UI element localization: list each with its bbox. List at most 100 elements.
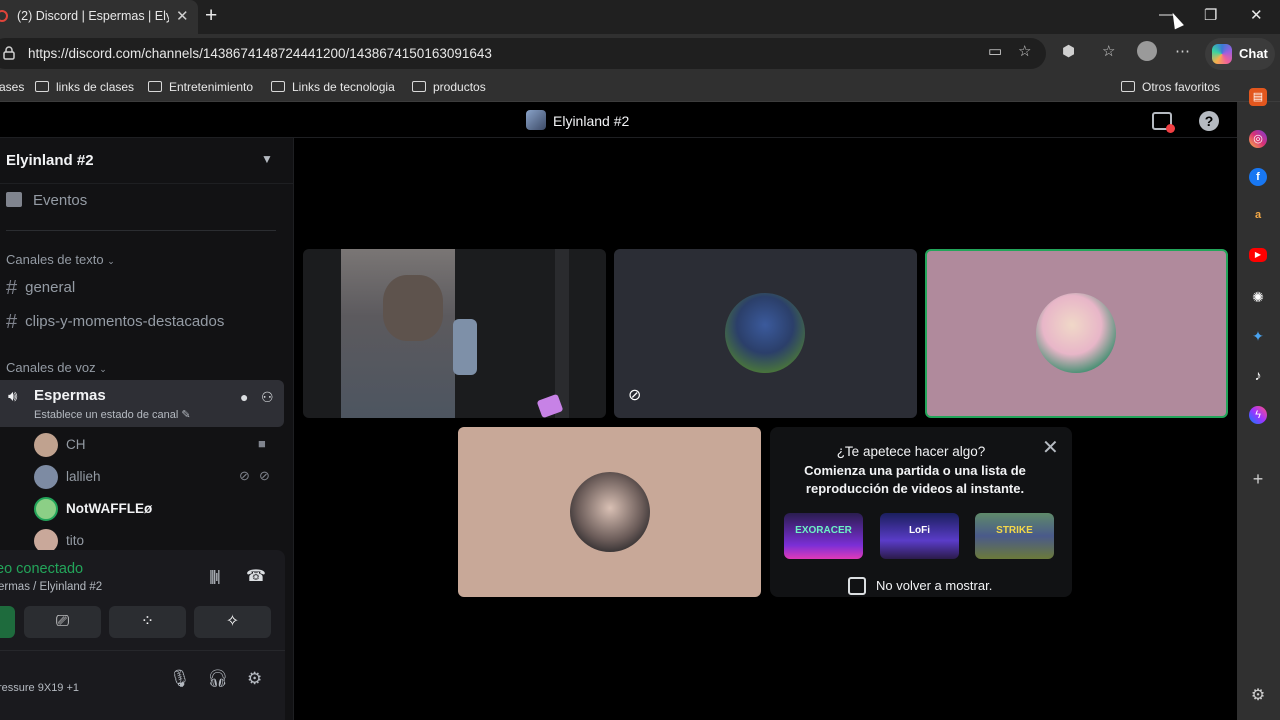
youtube-icon[interactable]: ▶: [1249, 248, 1267, 262]
participant-tile-speaking[interactable]: [925, 249, 1228, 418]
divider: [6, 230, 276, 231]
activity-game-exoracer[interactable]: EXORACER: [784, 513, 863, 559]
user-settings-icon[interactable]: ⚙: [247, 669, 262, 689]
events-item[interactable]: Eventos: [6, 192, 87, 209]
favorite-star-icon[interactable]: ☆: [1018, 42, 1031, 60]
text-category-header[interactable]: Canales de texto ⌄: [6, 252, 115, 267]
dont-show-again-checkbox[interactable]: [848, 577, 866, 595]
voice-connected-location[interactable]: ermas / Elyinland #2: [0, 581, 102, 593]
door-frame: [555, 249, 569, 418]
person-silhouette: [383, 275, 443, 341]
channel-general[interactable]: # general: [6, 277, 75, 300]
voice-member[interactable]: CH ■: [34, 433, 284, 457]
headphones-icon[interactable]: 🎧︎: [207, 669, 229, 689]
profile-avatar-icon[interactable]: [1137, 41, 1157, 61]
video-off-icon: ⊘: [628, 387, 642, 404]
address-bar[interactable]: https://discord.com/channels/14386741487…: [0, 38, 1046, 69]
calendar-icon: [6, 192, 22, 207]
game-label: EXORACER: [795, 525, 852, 536]
chevron-down-icon: ▼: [261, 152, 273, 166]
discord-title-bar: Elyinland #2 ?: [0, 102, 1237, 138]
inbox-icon[interactable]: [1152, 112, 1175, 133]
browser-tab-bar: (2) Discord | Espermas | Elyinland #2 ✕ …: [0, 0, 1280, 34]
tab-title: (2) Discord | Espermas | Elyinland #2: [17, 9, 169, 23]
participant-tile[interactable]: [458, 427, 761, 597]
other-bookmarks-folder[interactable]: Otros favoritos: [1121, 80, 1220, 94]
soundboard-icon: ✧: [225, 613, 240, 630]
bookmark-item[interactable]: ases: [0, 80, 24, 94]
bookmark-folder[interactable]: Entretenimiento: [148, 80, 253, 94]
voice-connection-panel: eo conectado ermas / Elyinland #2 |||ı| …: [0, 550, 285, 650]
add-icon[interactable]: +: [1249, 470, 1267, 488]
deafened-icon: ⊘: [259, 468, 270, 483]
bookmarks-bar: ases links de clases Entretenimiento Lin…: [0, 74, 1280, 102]
restore-button[interactable]: ❐: [1204, 6, 1217, 24]
amazon-icon[interactable]: a: [1249, 206, 1267, 224]
chevron-down-icon: ⌄: [107, 256, 115, 266]
participant-tile[interactable]: ⊘: [614, 249, 917, 418]
browser-tab[interactable]: (2) Discord | Espermas | Elyinland #2 ✕: [0, 0, 198, 34]
new-tab-button[interactable]: +: [205, 4, 217, 28]
tiktok-icon[interactable]: ♪: [1249, 366, 1267, 384]
activity-game-strike[interactable]: STRIKE: [975, 513, 1054, 559]
close-icon[interactable]: ✕: [1042, 435, 1059, 460]
microphone-icon[interactable]: 🎙︎: [169, 669, 191, 689]
bookmark-folder[interactable]: links de clases: [35, 80, 134, 94]
copilot-chat-button[interactable]: Chat: [1205, 38, 1275, 70]
folder-icon: [1121, 81, 1135, 92]
messenger-icon[interactable]: ϟ: [1249, 406, 1267, 424]
events-label: Eventos: [33, 192, 88, 209]
dont-show-again-label: No volver a mostrar.: [876, 578, 993, 593]
member-name: lallieh: [66, 469, 101, 484]
soundboard-button[interactable]: ✧: [194, 606, 271, 638]
hash-icon: #: [6, 311, 18, 333]
screen-share-button[interactable]: ⎚: [24, 606, 101, 638]
game-label: STRIKE: [996, 525, 1033, 536]
mic-muted-icon: ⊘: [239, 468, 250, 483]
instagram-icon[interactable]: ◎: [1249, 130, 1267, 148]
url-text: https://discord.com/channels/14386741487…: [28, 46, 492, 61]
channel-status-prompt[interactable]: Establece un estado de canal ✎: [34, 408, 191, 421]
signal-icon[interactable]: |||ı|: [209, 568, 221, 585]
voice-member[interactable]: lallieh ⊘ ⊘: [34, 465, 284, 489]
bookmark-folder[interactable]: Links de tecnologia: [271, 80, 395, 94]
close-window-button[interactable]: ✕: [1250, 6, 1263, 24]
channel-clips[interactable]: # clips-y-momentos-destacados: [6, 311, 224, 334]
activity-game-lofi[interactable]: LoFi: [880, 513, 959, 559]
activity-suggestion-card: ¿Te apetece hacer algo? Comienza una par…: [770, 427, 1072, 597]
voice-stage: [295, 138, 1237, 720]
server-header[interactable]: Elyinland #2 ▼: [0, 138, 294, 184]
facebook-icon[interactable]: f: [1249, 168, 1267, 186]
screen-share-icon: ⎚: [56, 613, 69, 630]
favorites-icon[interactable]: ☆: [1102, 42, 1115, 60]
help-icon[interactable]: ?: [1199, 111, 1219, 131]
more-menu-icon[interactable]: ⋯: [1175, 42, 1190, 60]
camera-permission-icon[interactable]: ▭: [988, 42, 1002, 60]
bookmark-folder[interactable]: productos: [412, 80, 486, 94]
avatar: [34, 497, 58, 521]
voice-channel-espermas[interactable]: 🔊︎ Espermas Establece un estado de canal…: [0, 380, 284, 427]
mouse-cursor: [1168, 10, 1184, 30]
avatar: [570, 472, 650, 552]
lock-icon: [3, 46, 15, 60]
bookmark-label: Otros favoritos: [1142, 80, 1221, 94]
hash-icon: #: [6, 277, 18, 299]
openai-icon[interactable]: ✺: [1249, 288, 1267, 306]
extensions-icon[interactable]: ⬢: [1062, 42, 1075, 60]
settings-icon[interactable]: ⚙: [1249, 687, 1267, 705]
activities-button[interactable]: ⁘: [109, 606, 186, 638]
member-name: NotWAFFLEø: [66, 501, 153, 516]
bookmark-label: Links de tecnologia: [292, 80, 395, 94]
chat-bubble-icon[interactable]: ●: [240, 389, 248, 405]
video-tile[interactable]: [303, 249, 606, 418]
browser-sidebar: ▤ ◎ f a ▶ ✺ ✦ ♪ ϟ + ⚙: [1237, 88, 1280, 720]
toolbox-icon[interactable]: ▤: [1249, 88, 1267, 106]
disconnect-icon[interactable]: ☎: [246, 566, 266, 586]
copilot-sidebar-icon[interactable]: ✦: [1249, 327, 1267, 345]
activities-icon: ⁘: [140, 613, 155, 630]
voice-member[interactable]: NotWAFFLEø: [34, 497, 284, 521]
camera-button[interactable]: [0, 606, 15, 638]
voice-category-header[interactable]: Canales de voz ⌄: [6, 360, 107, 375]
close-tab-icon[interactable]: ✕: [176, 7, 189, 25]
invite-user-icon[interactable]: ⚇: [261, 389, 274, 406]
